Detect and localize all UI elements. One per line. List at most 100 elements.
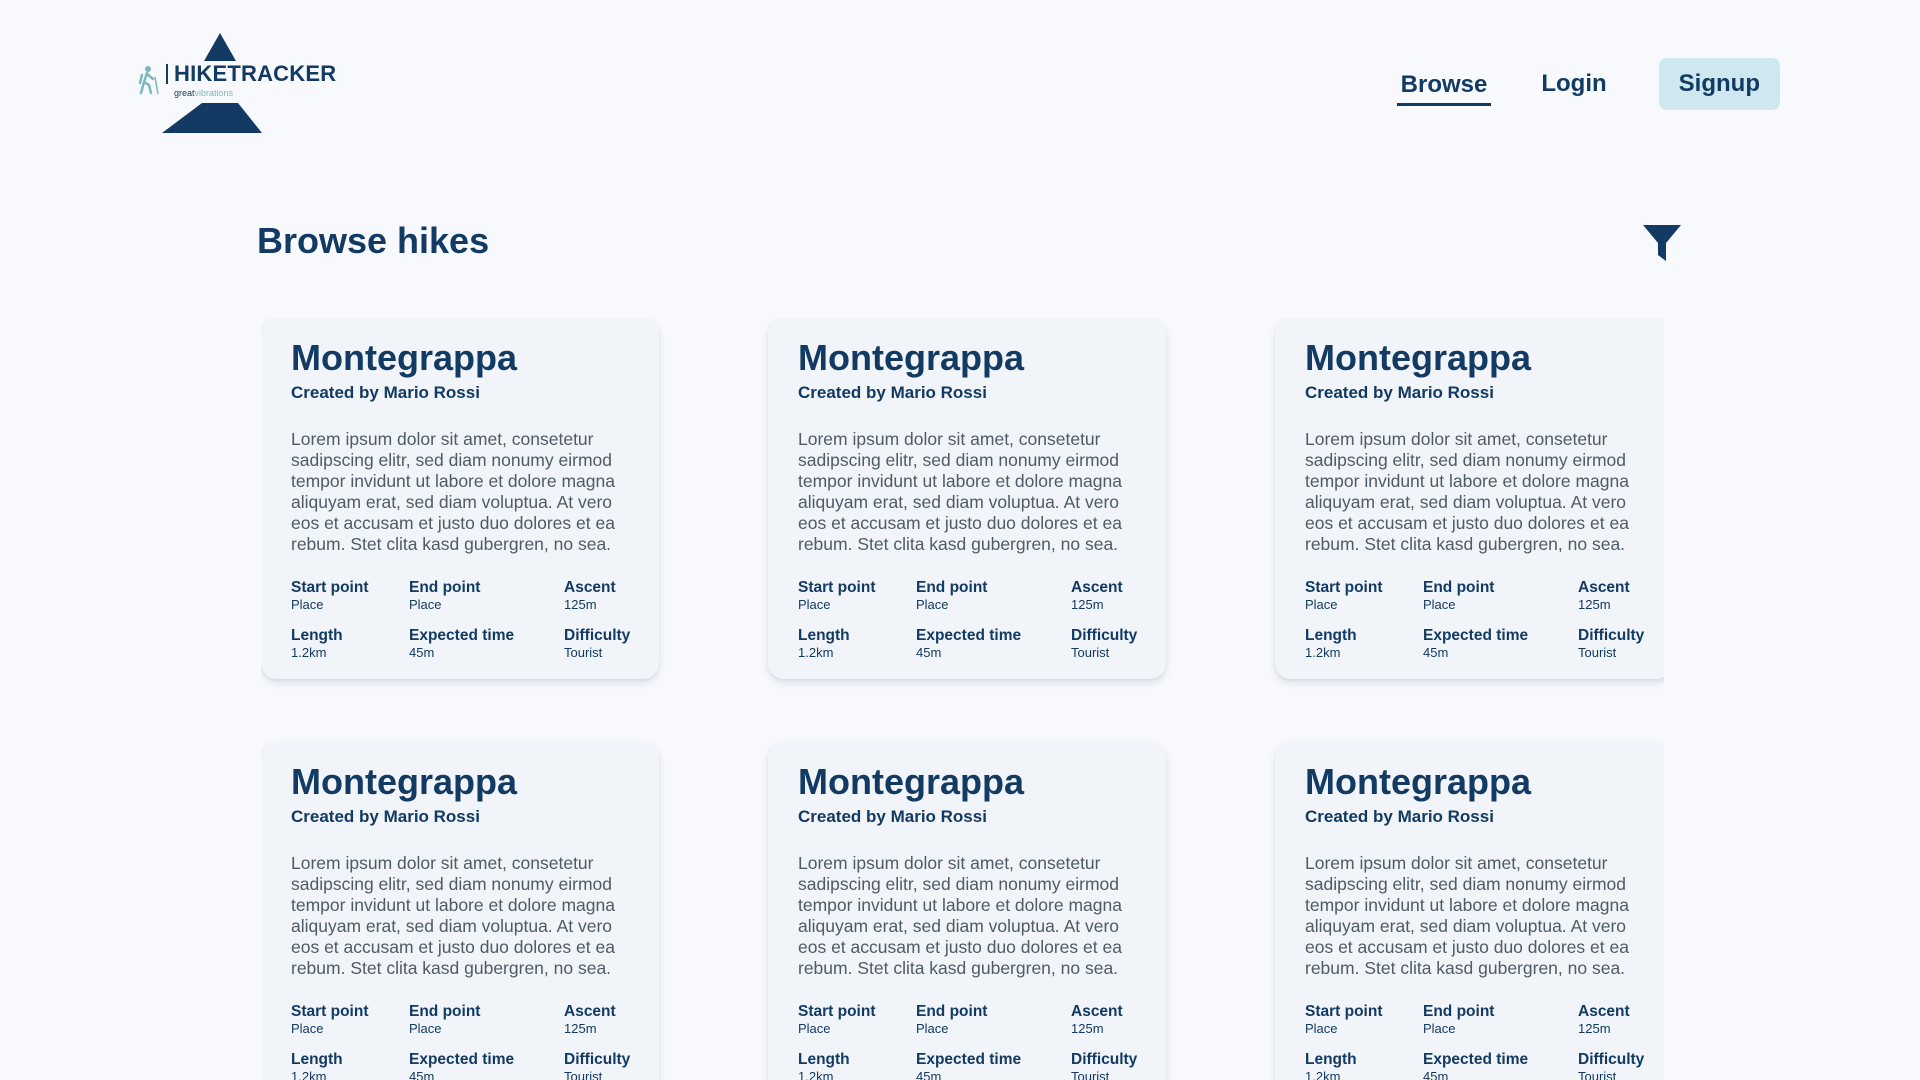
stat-label: Ascent bbox=[1578, 1003, 1630, 1020]
stat-label: Start point bbox=[1305, 579, 1383, 596]
nav-browse-link[interactable]: Browse bbox=[1396, 63, 1492, 106]
stat-label: Ascent bbox=[564, 1003, 616, 1020]
hike-author: Created by Mario Rossi bbox=[291, 383, 480, 402]
stat-value: 45m bbox=[409, 645, 435, 660]
hike-title: Montegrappa bbox=[291, 337, 518, 378]
stat-label: Expected time bbox=[409, 1051, 515, 1068]
filter-button[interactable] bbox=[1642, 224, 1682, 262]
main-nav: Browse Login Signup bbox=[1396, 58, 1780, 110]
stat-difficulty: Difficulty Tourist bbox=[564, 1051, 630, 1080]
stat-start-point: Start point Place bbox=[798, 1003, 916, 1037]
stat-value: Tourist bbox=[564, 1069, 603, 1080]
filter-icon bbox=[1643, 225, 1681, 261]
stat-value: Place bbox=[291, 1021, 324, 1036]
stat-start-point: Start point Place bbox=[291, 1003, 409, 1037]
stat-difficulty: Difficulty Tourist bbox=[1578, 627, 1644, 661]
stat-value: 125m bbox=[564, 1021, 597, 1036]
stat-value: Tourist bbox=[1071, 645, 1110, 660]
stat-value: 45m bbox=[1423, 645, 1449, 660]
stat-value: Place bbox=[1305, 1021, 1338, 1036]
nav-login-link[interactable]: Login bbox=[1537, 62, 1610, 106]
stat-label: Start point bbox=[291, 579, 369, 596]
stat-label: Difficulty bbox=[564, 1051, 631, 1068]
hike-stats: Start point Place End point Place Ascent… bbox=[1305, 579, 1644, 661]
stat-value: 125m bbox=[564, 597, 597, 612]
logo[interactable]: HIKETRACKER greatvibrations bbox=[138, 33, 336, 133]
stat-expected-time: Expected time 45m bbox=[409, 1051, 564, 1080]
stat-value: 45m bbox=[1423, 1069, 1449, 1080]
stat-ascent: Ascent 125m bbox=[1071, 579, 1137, 613]
stat-label: Difficulty bbox=[1578, 627, 1645, 644]
hike-description: Lorem ipsum dolor sit amet, consetetur s… bbox=[798, 429, 1122, 554]
hike-title: Montegrappa bbox=[1305, 761, 1532, 802]
hike-card[interactable]: Montegrappa Created by Mario Rossi Lorem… bbox=[1275, 318, 1664, 679]
hike-author: Created by Mario Rossi bbox=[798, 807, 987, 826]
stat-difficulty: Difficulty Tourist bbox=[1071, 1051, 1137, 1080]
hike-stats: Start point Place End point Place Ascent… bbox=[291, 579, 630, 661]
hike-title: Montegrappa bbox=[1305, 337, 1532, 378]
stat-value: Place bbox=[409, 597, 442, 612]
hike-card[interactable]: Montegrappa Created by Mario Rossi Lorem… bbox=[261, 742, 659, 1080]
stat-label: Ascent bbox=[1071, 579, 1123, 596]
stat-label: Expected time bbox=[409, 627, 515, 644]
stat-difficulty: Difficulty Tourist bbox=[564, 627, 630, 661]
hike-stats: Start point Place End point Place Ascent… bbox=[291, 1003, 630, 1080]
hike-description: Lorem ipsum dolor sit amet, consetetur s… bbox=[291, 853, 615, 978]
stat-value: 125m bbox=[1071, 1021, 1104, 1036]
hike-description: Lorem ipsum dolor sit amet, consetetur s… bbox=[291, 429, 615, 554]
hike-author: Created by Mario Rossi bbox=[291, 807, 480, 826]
hike-stats: Start point Place End point Place Ascent… bbox=[798, 1003, 1137, 1080]
stat-value: 1.2km bbox=[798, 1069, 834, 1080]
hike-card[interactable]: Montegrappa Created by Mario Rossi Lorem… bbox=[1275, 742, 1664, 1080]
stat-ascent: Ascent 125m bbox=[564, 579, 630, 613]
hike-author: Created by Mario Rossi bbox=[1305, 383, 1494, 402]
stat-label: End point bbox=[409, 579, 481, 596]
stat-value: Place bbox=[798, 597, 831, 612]
stat-value: Tourist bbox=[1578, 645, 1617, 660]
hike-stats: Start point Place End point Place Ascent… bbox=[1305, 1003, 1644, 1080]
stat-start-point: Start point Place bbox=[798, 579, 916, 613]
stat-value: 45m bbox=[916, 1069, 942, 1080]
stat-start-point: Start point Place bbox=[1305, 579, 1423, 613]
stat-value: 45m bbox=[409, 1069, 435, 1080]
stat-label: Difficulty bbox=[1071, 1051, 1138, 1068]
stat-start-point: Start point Place bbox=[1305, 1003, 1423, 1037]
stat-value: 1.2km bbox=[1305, 645, 1341, 660]
stat-label: End point bbox=[916, 579, 988, 596]
stat-label: End point bbox=[1423, 579, 1495, 596]
stat-value: 125m bbox=[1578, 597, 1611, 612]
stat-end-point: End point Place bbox=[1423, 579, 1578, 613]
stat-difficulty: Difficulty Tourist bbox=[1578, 1051, 1644, 1080]
hike-card[interactable]: Montegrappa Created by Mario Rossi Lorem… bbox=[261, 318, 659, 679]
stat-label: Difficulty bbox=[1071, 627, 1138, 644]
logo-tagline-suffix: vibrations bbox=[194, 88, 234, 98]
stat-label: Expected time bbox=[916, 1051, 1022, 1068]
hike-card[interactable]: Montegrappa Created by Mario Rossi Lorem… bbox=[768, 742, 1166, 1080]
stat-length: Length 1.2km bbox=[798, 1051, 916, 1080]
stat-label: Ascent bbox=[1071, 1003, 1123, 1020]
stat-label: Length bbox=[798, 1051, 850, 1068]
stat-value: 1.2km bbox=[291, 645, 327, 660]
stat-start-point: Start point Place bbox=[291, 579, 409, 613]
stat-label: Length bbox=[798, 627, 850, 644]
stat-label: Length bbox=[291, 627, 343, 644]
hike-title: Montegrappa bbox=[798, 761, 1025, 802]
stat-label: Length bbox=[1305, 627, 1357, 644]
stat-expected-time: Expected time 45m bbox=[916, 627, 1071, 661]
hike-card[interactable]: Montegrappa Created by Mario Rossi Lorem… bbox=[768, 318, 1166, 679]
stat-value: Place bbox=[291, 597, 324, 612]
stat-value: Tourist bbox=[1071, 1069, 1110, 1080]
stat-label: Ascent bbox=[564, 579, 616, 596]
stat-label: Length bbox=[291, 1051, 343, 1068]
stat-value: 125m bbox=[1071, 597, 1104, 612]
stat-end-point: End point Place bbox=[409, 579, 564, 613]
hike-description: Lorem ipsum dolor sit amet, consetetur s… bbox=[1305, 853, 1629, 978]
stat-label: Start point bbox=[291, 1003, 369, 1020]
stat-label: Start point bbox=[798, 579, 876, 596]
hike-description: Lorem ipsum dolor sit amet, consetetur s… bbox=[1305, 429, 1629, 554]
signup-button[interactable]: Signup bbox=[1658, 58, 1780, 110]
stat-label: Difficulty bbox=[1578, 1051, 1645, 1068]
stat-label: Ascent bbox=[1578, 579, 1630, 596]
stat-length: Length 1.2km bbox=[291, 1051, 409, 1080]
stat-length: Length 1.2km bbox=[1305, 627, 1423, 661]
